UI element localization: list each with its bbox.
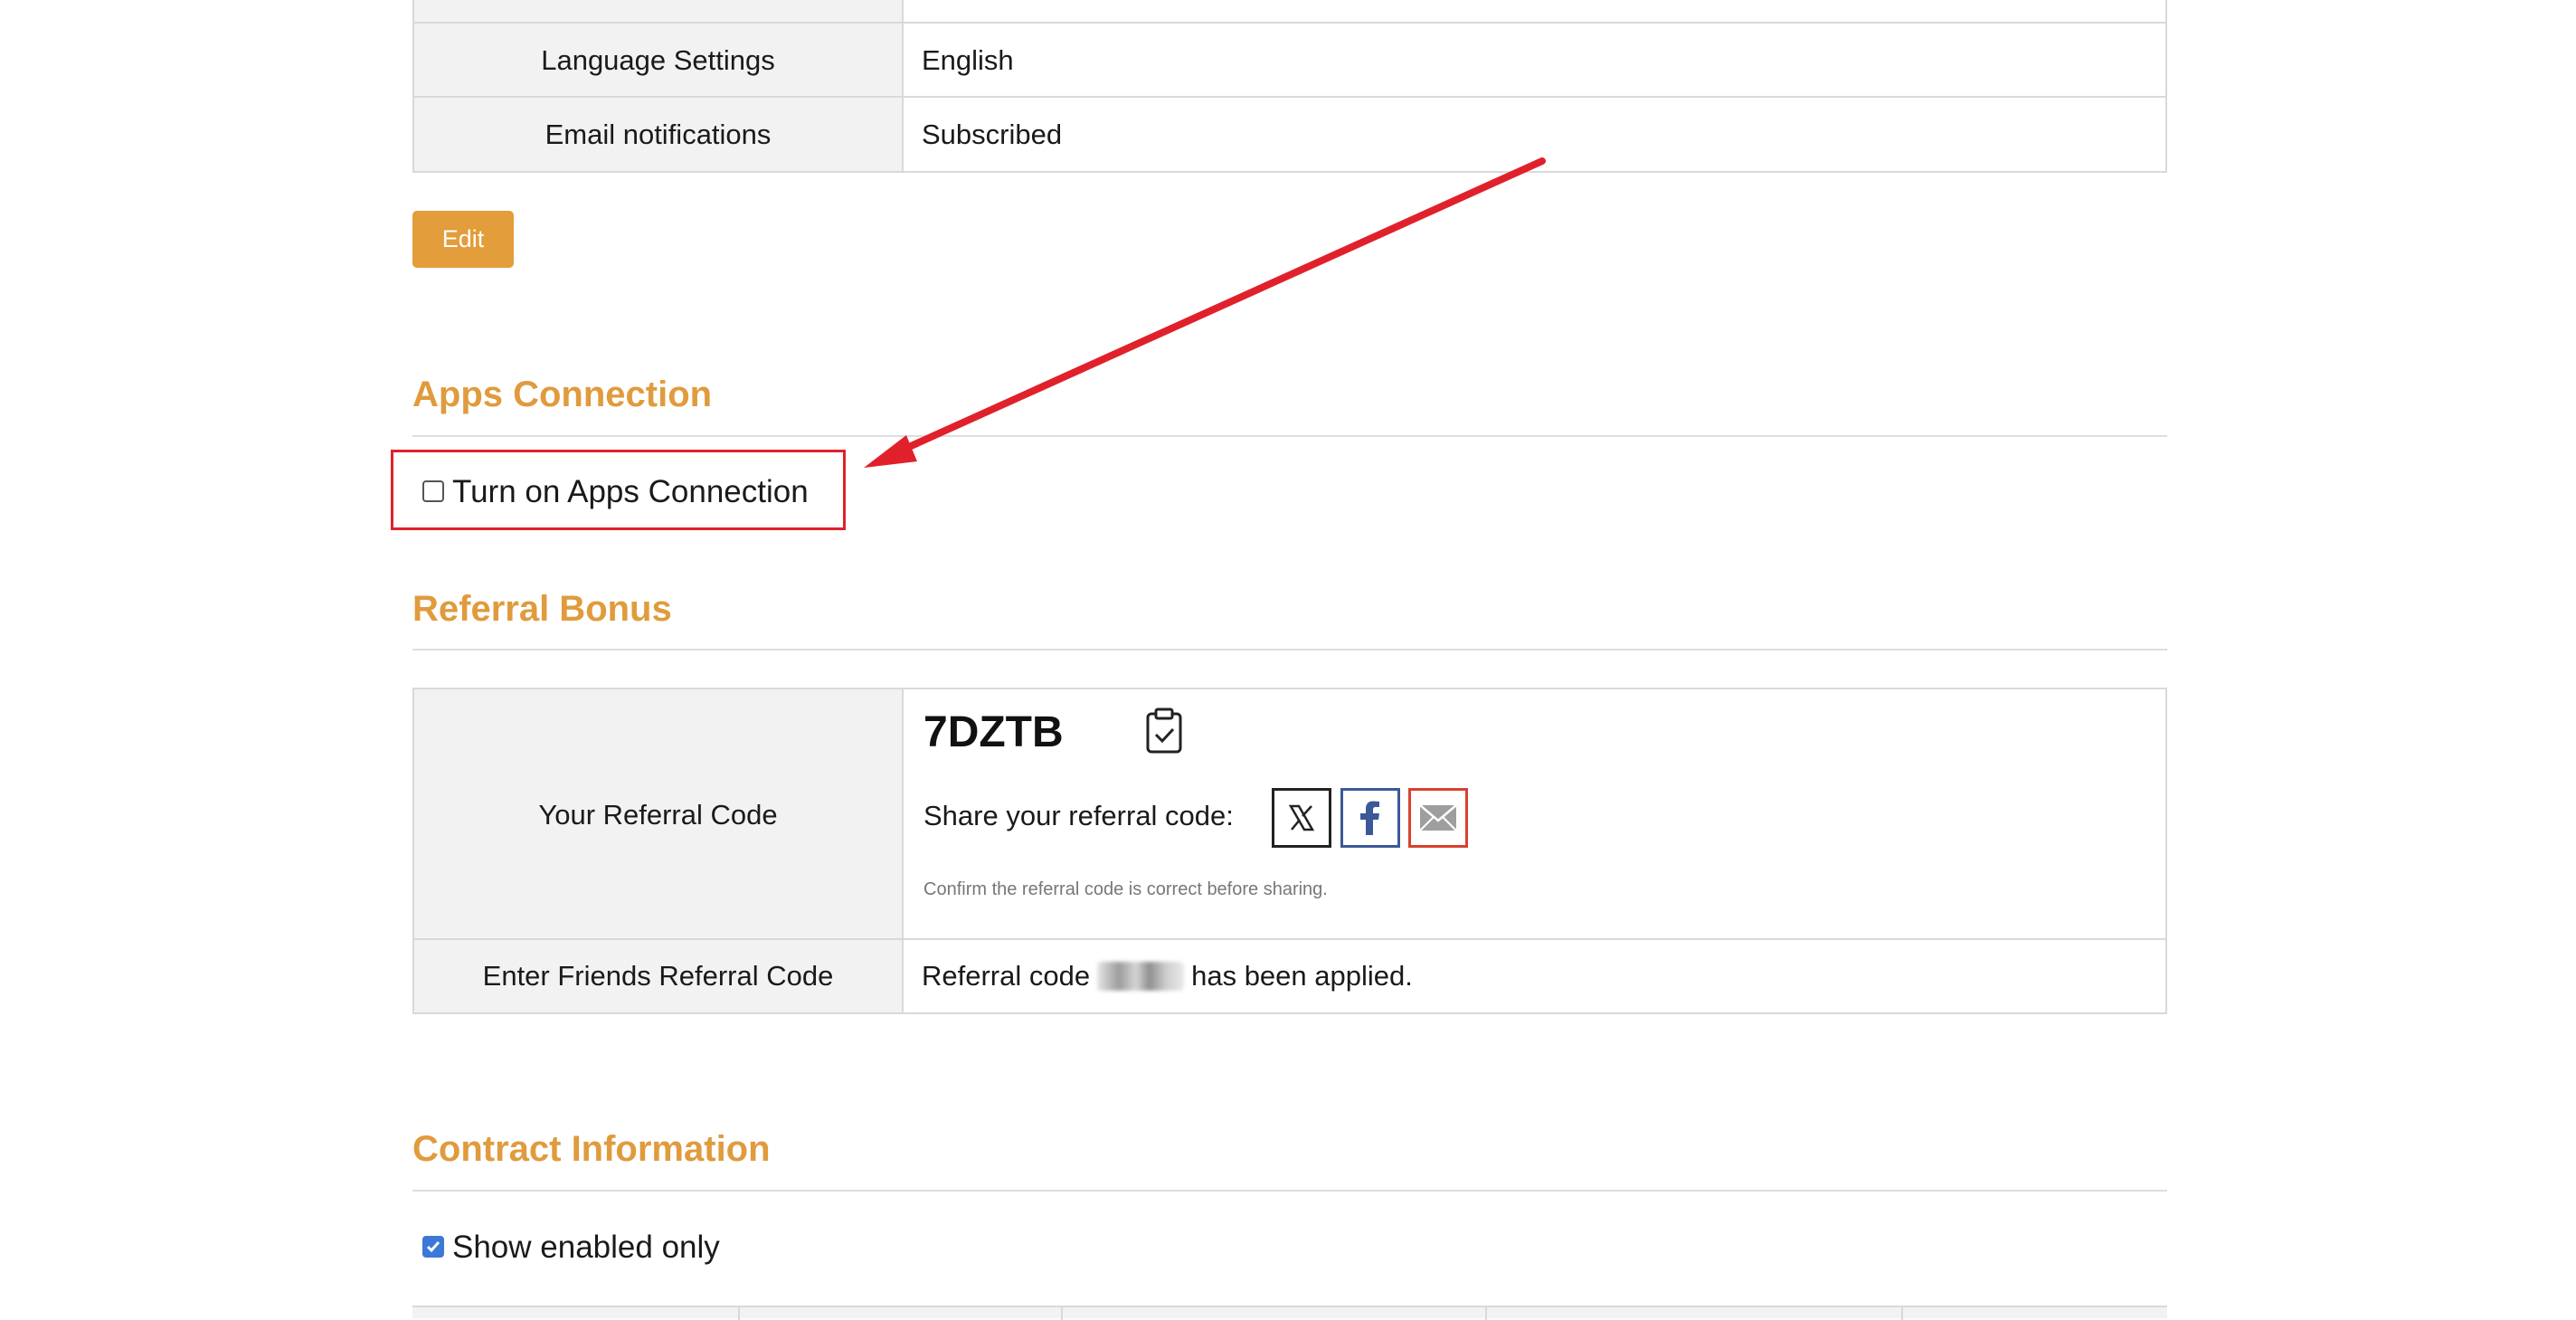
applied-prefix: Referral code [922, 960, 1091, 992]
divider [412, 1190, 2167, 1192]
share-label: Share your referral code: [923, 800, 1234, 831]
divider [412, 649, 2167, 651]
blurred-referral-code [1097, 962, 1185, 991]
friends-referral-code-cell: Referral code has been applied. [904, 940, 2167, 1012]
your-referral-code-cell: 7DZTB Share your referral code: Confirm … [904, 689, 2167, 940]
clipboard-check-icon[interactable] [1145, 707, 1183, 755]
contract-information-title: Contract Information [412, 1129, 771, 1169]
show-enabled-label[interactable]: Show enabled only [452, 1230, 720, 1266]
referral-note: Confirm the referral code is correct bef… [923, 879, 1328, 899]
share-facebook-button[interactable] [1340, 788, 1400, 848]
referral-row-friends-code: Enter Friends Referral Code Referral cod… [412, 938, 2167, 1014]
contract-table-header [412, 1306, 2167, 1320]
annotation-arrow [864, 157, 1546, 468]
referral-bonus-title: Referral Bonus [412, 589, 672, 629]
friends-referral-code-label: Enter Friends Referral Code [412, 940, 904, 1012]
facebook-icon [1360, 801, 1379, 835]
referral-row-your-code: Your Referral Code 7DZTB Share your refe… [412, 688, 2167, 940]
your-referral-code-label: Your Referral Code [412, 689, 904, 940]
applied-suffix: has been applied. [1191, 960, 1413, 992]
share-x-button[interactable] [1272, 788, 1331, 848]
x-twitter-icon [1288, 804, 1315, 831]
mail-icon [1419, 804, 1457, 831]
referral-code: 7DZTB [923, 708, 1064, 756]
share-email-button[interactable] [1408, 788, 1468, 848]
show-enabled-checkbox[interactable] [422, 1236, 444, 1258]
